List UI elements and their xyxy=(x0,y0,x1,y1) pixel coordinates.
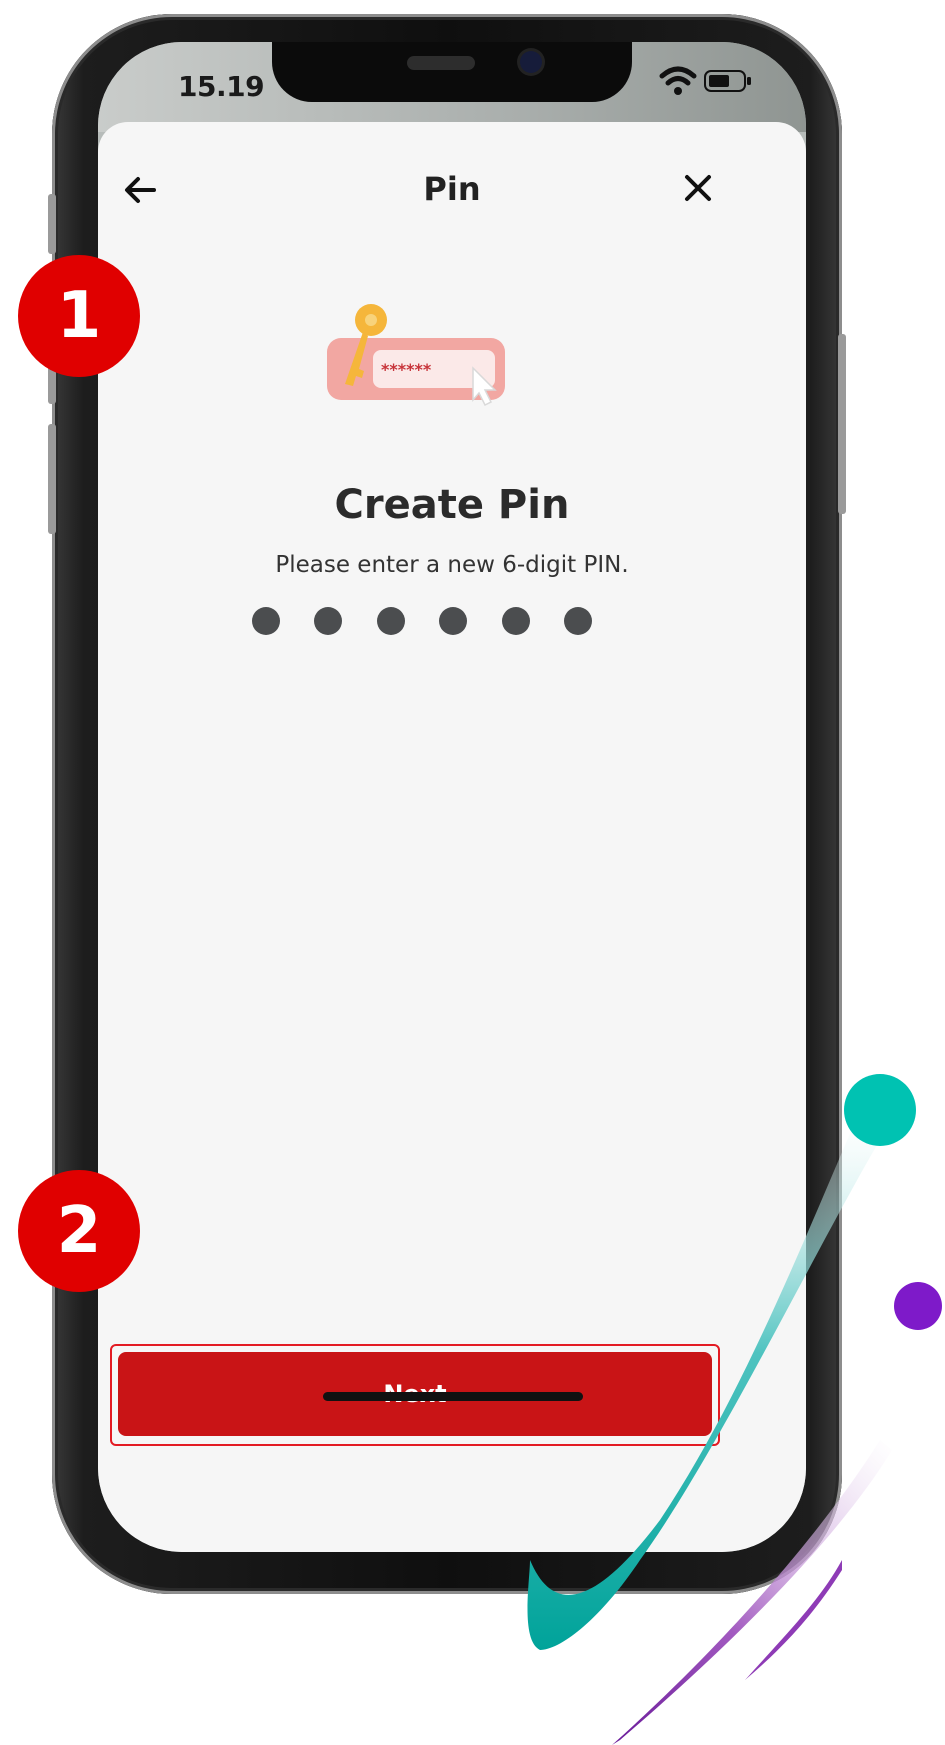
front-camera xyxy=(520,51,542,73)
close-icon[interactable] xyxy=(678,168,718,208)
battery-icon xyxy=(704,70,751,92)
pin-instructions: Please enter a new 6-digit PIN. xyxy=(275,552,629,578)
mute-switch xyxy=(48,194,56,254)
speaker-grille xyxy=(407,56,475,70)
phone-screen: 15.19 Pin ****** Create Pin Please enter… xyxy=(98,42,806,1552)
pin-entry-indicator[interactable] xyxy=(252,607,592,637)
key-password-illustration: ****** xyxy=(327,304,505,407)
teal-dot xyxy=(844,1074,916,1146)
pin-dot xyxy=(376,607,405,635)
power-button xyxy=(838,334,846,514)
pin-dot xyxy=(563,607,592,635)
step-badge-2: 2 xyxy=(18,1170,140,1292)
volume-down-button xyxy=(48,424,56,534)
pin-dot xyxy=(501,607,530,635)
pin-dot xyxy=(252,607,280,635)
step-badge-1: 1 xyxy=(18,255,140,377)
pin-dot xyxy=(314,607,343,635)
home-indicator xyxy=(323,1392,583,1401)
wifi-icon xyxy=(659,66,697,95)
pin-dot xyxy=(439,607,468,635)
password-mask-text: ****** xyxy=(381,360,432,379)
status-time: 15.19 xyxy=(178,70,265,103)
notch xyxy=(272,42,632,102)
pin-sheet: Pin ****** Create Pin Please enter a new… xyxy=(98,122,806,1552)
create-pin-heading: Create Pin xyxy=(334,482,570,528)
purple-dot xyxy=(894,1282,942,1330)
